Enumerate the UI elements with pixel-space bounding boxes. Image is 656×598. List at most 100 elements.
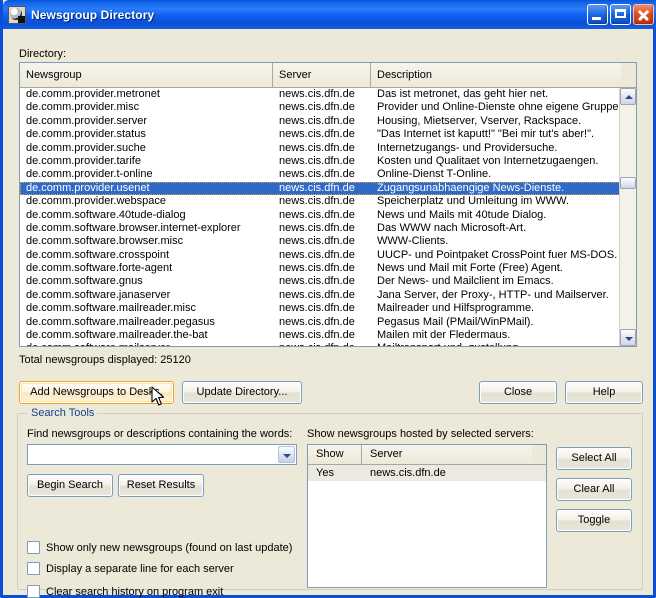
cell-newsgroup: de.comm.provider.metronet <box>20 88 273 101</box>
checkbox-box[interactable] <box>27 562 40 575</box>
cell-description: Online-Dienst T-Online. <box>371 168 621 181</box>
cell-description: Internetzugangs- und Providersuche. <box>371 142 621 155</box>
cell-description: Speicherplatz und Umleitung im WWW. <box>371 195 621 208</box>
cell-description: Jana Server, der Proxy-, HTTP- und Mails… <box>371 289 621 302</box>
checkbox-show-only-new[interactable]: Show only new newsgroups (found on last … <box>27 541 292 554</box>
cell-description: Das ist metronet, das geht hier net. <box>371 88 621 101</box>
table-row[interactable]: de.comm.software.mailservernews.cis.dfn.… <box>20 342 636 346</box>
table-row[interactable]: de.comm.software.mailreader.miscnews.cis… <box>20 302 636 315</box>
newsgroup-directory-window: Newsgroup Directory Directory: Newsgroup… <box>0 0 656 598</box>
cell-description: Provider und Online-Dienste ohne eigene … <box>371 101 621 114</box>
reset-results-button[interactable]: Reset Results <box>118 474 204 497</box>
table-row[interactable]: de.comm.provider.miscnews.cis.dfn.deProv… <box>20 101 636 114</box>
table-row[interactable]: de.comm.software.forte-agentnews.cis.dfn… <box>20 262 636 275</box>
cell-newsgroup: de.comm.provider.usenet <box>20 182 273 195</box>
server-list-header: Show Server <box>308 445 546 465</box>
update-directory-button[interactable]: Update Directory... <box>182 381 302 404</box>
select-all-button[interactable]: Select All <box>556 447 632 470</box>
table-row[interactable]: de.comm.provider.t-onlinenews.cis.dfn.de… <box>20 168 636 181</box>
cell-newsgroup: de.comm.software.40tude-dialog <box>20 209 273 222</box>
cell-description: Housing, Mietserver, Vserver, Rackspace. <box>371 115 621 128</box>
clear-all-button[interactable]: Clear All <box>556 478 632 501</box>
cell-newsgroup: de.comm.software.mailreader.the-bat <box>20 329 273 342</box>
cell-server: news.cis.dfn.de <box>273 289 371 302</box>
table-row[interactable]: de.comm.provider.tarifenews.cis.dfn.deKo… <box>20 155 636 168</box>
table-row[interactable]: de.comm.software.browser.internet-explor… <box>20 222 636 235</box>
table-row[interactable]: de.comm.software.browser.miscnews.cis.df… <box>20 235 636 248</box>
cell-server: news.cis.dfn.de <box>273 182 371 195</box>
minimize-button[interactable] <box>587 4 608 25</box>
cell-description: Pegasus Mail (PMail/WinPMail). <box>371 316 621 329</box>
table-row[interactable]: de.comm.provider.webspacenews.cis.dfn.de… <box>20 195 636 208</box>
cell-newsgroup: de.comm.software.gnus <box>20 275 273 288</box>
cell-server: news.cis.dfn.de <box>273 142 371 155</box>
table-row[interactable]: de.comm.software.mailreader.the-batnews.… <box>20 329 636 342</box>
begin-search-button[interactable]: Begin Search <box>27 474 113 497</box>
cell-server: news.cis.dfn.de <box>273 249 371 262</box>
maximize-button[interactable] <box>610 4 631 25</box>
column-header-show[interactable]: Show <box>308 445 362 464</box>
column-header-description[interactable]: Description <box>371 63 621 87</box>
add-newsgroups-button[interactable]: Add Newsgroups to Desks. <box>19 381 174 404</box>
title-bar[interactable]: Newsgroup Directory <box>3 0 656 29</box>
toggle-button[interactable]: Toggle <box>556 509 632 532</box>
search-combo[interactable] <box>27 444 297 465</box>
cell-server: news.cis.dfn.de <box>273 262 371 275</box>
cell-newsgroup: de.comm.software.browser.misc <box>20 235 273 248</box>
table-row[interactable]: de.comm.provider.usenetnews.cis.dfn.deZu… <box>20 182 636 195</box>
cell-newsgroup: de.comm.provider.tarife <box>20 155 273 168</box>
list-header: Newsgroup Server Description <box>20 63 636 88</box>
server-list[interactable]: Show Server Yesnews.cis.dfn.de <box>307 444 547 588</box>
cell-server: news.cis.dfn.de <box>273 302 371 315</box>
cell-server: news.cis.dfn.de <box>273 316 371 329</box>
vertical-scrollbar[interactable] <box>619 88 636 346</box>
cell-newsgroup: de.comm.software.browser.internet-explor… <box>20 222 273 235</box>
checkbox-clear-history[interactable]: Clear search history on program exit <box>27 585 223 598</box>
column-header-server[interactable]: Server <box>273 63 371 87</box>
cell-newsgroup: de.comm.software.mailserver <box>20 342 273 346</box>
table-row[interactable]: de.comm.provider.statusnews.cis.dfn.de"D… <box>20 128 636 141</box>
cell-server: news.cis.dfn.de <box>273 101 371 114</box>
server-row[interactable]: Yesnews.cis.dfn.de <box>308 465 546 481</box>
cell-server: news.cis.dfn.de <box>273 235 371 248</box>
column-header-server-name[interactable]: Server <box>362 445 532 464</box>
cell-description: "Das Internet ist kaputt!" "Bei mir tut'… <box>371 128 621 141</box>
list-body[interactable]: de.comm.provider.metronetnews.cis.dfn.de… <box>20 88 636 346</box>
cell-description: WWW-Clients. <box>371 235 621 248</box>
table-row[interactable]: de.comm.provider.servernews.cis.dfn.deHo… <box>20 115 636 128</box>
table-row[interactable]: de.comm.software.gnusnews.cis.dfn.deDer … <box>20 275 636 288</box>
server-list-body[interactable]: Yesnews.cis.dfn.de <box>308 465 546 481</box>
checkbox-box[interactable] <box>27 541 40 554</box>
cell-newsgroup: de.comm.software.crosspoint <box>20 249 273 262</box>
table-row[interactable]: de.comm.software.mailreader.pegasusnews.… <box>20 316 636 329</box>
show-servers-label: Show newsgroups hosted by selected serve… <box>307 428 534 440</box>
table-row[interactable]: de.comm.provider.suchenews.cis.dfn.deInt… <box>20 142 636 155</box>
cell-newsgroup: de.comm.provider.status <box>20 128 273 141</box>
scroll-up-icon[interactable] <box>620 88 636 105</box>
cell-newsgroup: de.comm.software.mailreader.pegasus <box>20 316 273 329</box>
table-row[interactable]: de.comm.software.crosspointnews.cis.dfn.… <box>20 249 636 262</box>
table-row[interactable]: de.comm.provider.metronetnews.cis.dfn.de… <box>20 88 636 101</box>
close-window-button[interactable] <box>633 4 654 25</box>
scrollbar-thumb[interactable] <box>620 177 636 189</box>
column-header-newsgroup[interactable]: Newsgroup <box>20 63 273 87</box>
table-row[interactable]: de.comm.software.40tude-dialognews.cis.d… <box>20 209 636 222</box>
cell-description: UUCP- und Pointpaket CrossPoint fuer MS-… <box>371 249 621 262</box>
cell-server: news.cis.dfn.de <box>273 128 371 141</box>
directory-label: Directory: <box>19 48 66 60</box>
cell-server: news.cis.dfn.de <box>273 275 371 288</box>
chevron-down-icon[interactable] <box>278 446 295 463</box>
scroll-down-icon[interactable] <box>620 329 636 346</box>
cell-server: news.cis.dfn.de <box>273 195 371 208</box>
scrollbar-track[interactable] <box>620 105 636 329</box>
table-row[interactable]: de.comm.software.janaservernews.cis.dfn.… <box>20 289 636 302</box>
checkbox-box[interactable] <box>27 585 40 598</box>
cell-newsgroup: de.comm.software.forte-agent <box>20 262 273 275</box>
help-button[interactable]: Help <box>565 381 643 404</box>
cell-newsgroup: de.comm.software.mailreader.misc <box>20 302 273 315</box>
cell-server: news.cis.dfn.de <box>273 329 371 342</box>
close-button[interactable]: Close <box>479 381 557 404</box>
checkbox-separate-line[interactable]: Display a separate line for each server <box>27 562 234 575</box>
cell-newsgroup: de.comm.provider.misc <box>20 101 273 114</box>
newsgroup-list[interactable]: Newsgroup Server Description de.comm.pro… <box>19 62 637 347</box>
